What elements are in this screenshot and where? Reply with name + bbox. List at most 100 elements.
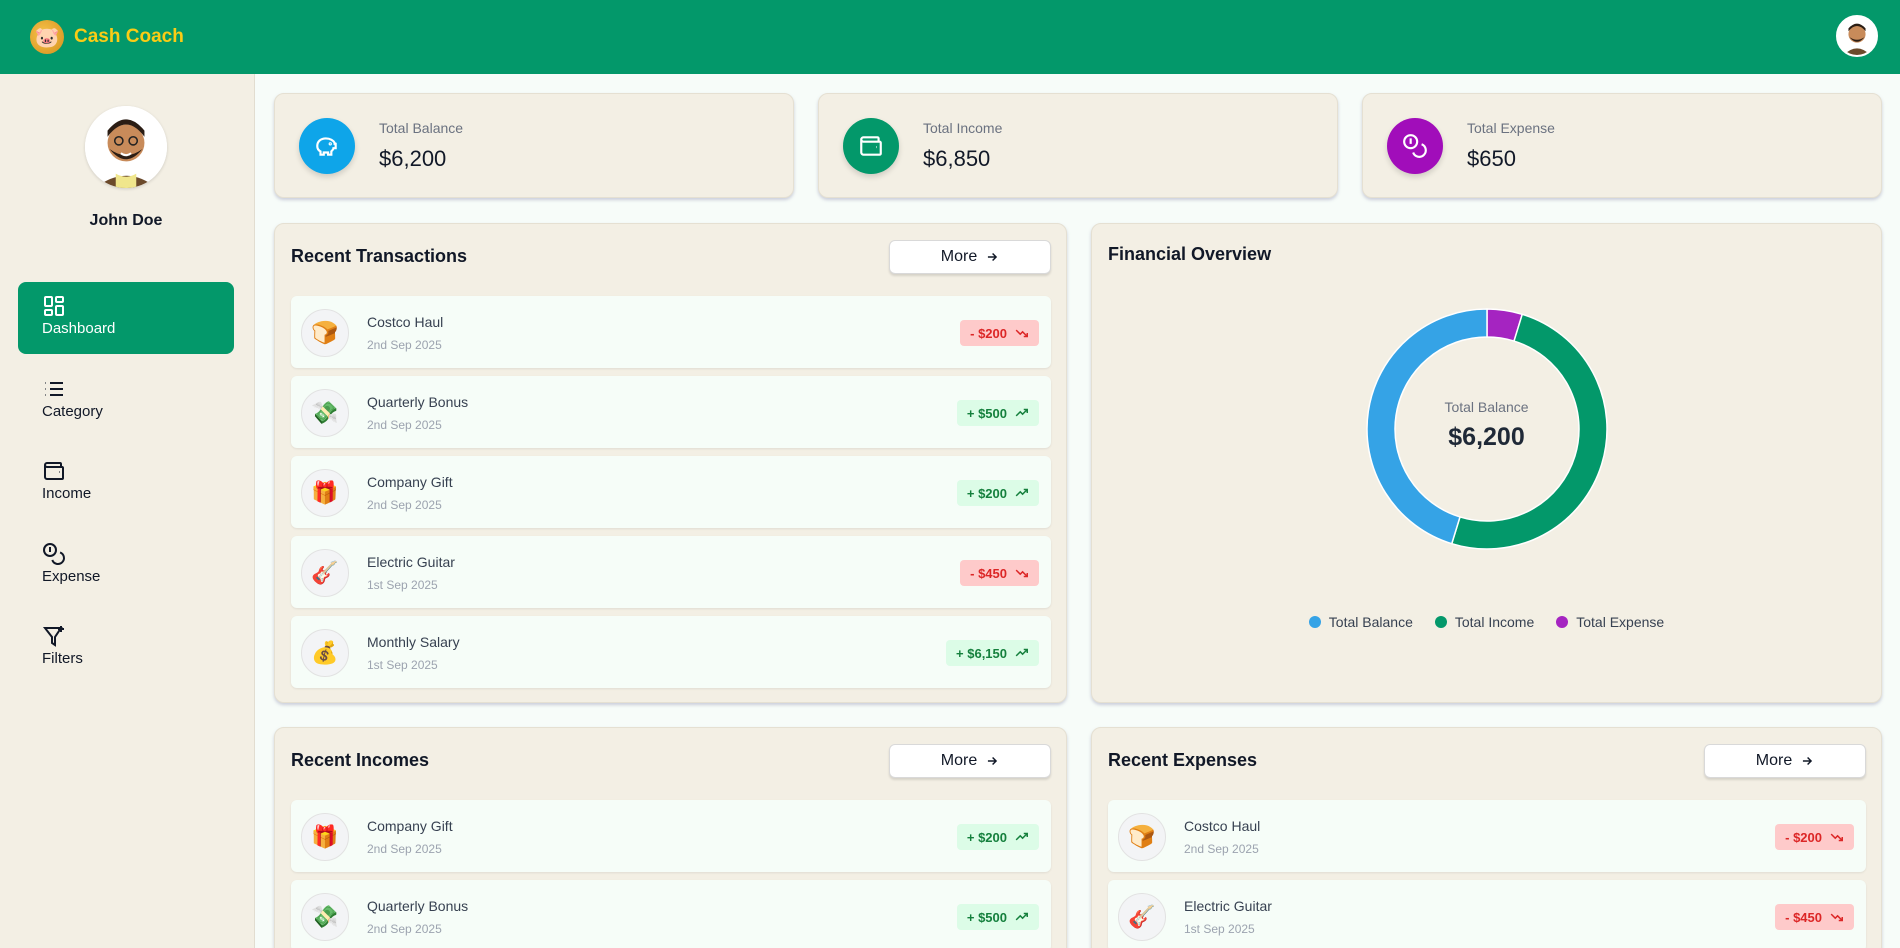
trending-up-icon bbox=[1015, 832, 1028, 841]
transaction-name: Monthly Salary bbox=[367, 634, 460, 650]
section-title: Recent Incomes bbox=[291, 750, 430, 770]
wallet-icon bbox=[843, 118, 899, 174]
trending-up-icon bbox=[1015, 408, 1028, 417]
transaction-name: Company Gift bbox=[367, 818, 453, 834]
more-button[interactable]: More bbox=[889, 240, 1051, 274]
filter-icon bbox=[42, 624, 66, 648]
transaction-row[interactable]: 🎸 Electric Guitar 1st Sep 2025 - $450 bbox=[291, 536, 1051, 608]
arrow-right-icon bbox=[988, 252, 998, 262]
transaction-date: 1st Sep 2025 bbox=[367, 578, 438, 592]
legend-label: Total Income bbox=[1454, 614, 1535, 630]
donut-center-value: $6,200 bbox=[1448, 423, 1525, 451]
transaction-amount-badge: + $500 bbox=[956, 400, 1039, 426]
legend-item[interactable]: Total Income bbox=[1434, 614, 1535, 630]
sidebar-item-dashboard[interactable]: Dashboard bbox=[18, 282, 234, 354]
transaction-amount: - $450 bbox=[1785, 909, 1822, 925]
transaction-amount: + $6,150 bbox=[956, 645, 1007, 661]
transaction-emoji-icon: 🎁 bbox=[301, 813, 349, 861]
transaction-row[interactable]: 🍞 Costco Haul 2nd Sep 2025 - $200 bbox=[291, 296, 1051, 368]
sidebar-item-label: Expense bbox=[42, 568, 101, 585]
legend-item[interactable]: Total Expense bbox=[1556, 614, 1664, 630]
sidebar-item-income[interactable]: Income bbox=[18, 447, 234, 519]
sidebar-item-expense[interactable]: Expense bbox=[18, 530, 234, 602]
legend-item[interactable]: Total Balance bbox=[1308, 614, 1413, 630]
sidebar-item-label: Filters bbox=[42, 650, 83, 667]
stat-value: $6,200 bbox=[379, 146, 447, 171]
transaction-row[interactable]: 💰 Monthly Salary 1st Sep 2025 + $6,150 bbox=[291, 616, 1051, 688]
transaction-amount: + $500 bbox=[966, 405, 1007, 421]
more-button[interactable]: More bbox=[1704, 744, 1866, 778]
transaction-amount-badge: + $200 bbox=[956, 824, 1039, 850]
transaction-date: 2nd Sep 2025 bbox=[367, 922, 442, 936]
financial-overview-card: Financial Overview Total Balance $6,200 … bbox=[1091, 223, 1882, 703]
more-button-label: More bbox=[1755, 752, 1793, 769]
transaction-row[interactable]: 🎁 Company Gift 2nd Sep 2025 + $200 bbox=[291, 456, 1051, 528]
arrow-right-icon bbox=[988, 756, 998, 766]
piggy-bank-icon: 🐷 bbox=[30, 20, 64, 54]
legend-label: Total Balance bbox=[1328, 614, 1413, 630]
list-icon bbox=[42, 377, 66, 401]
transaction-amount: + $200 bbox=[966, 485, 1007, 501]
transaction-emoji-icon: 🎁 bbox=[301, 469, 349, 517]
profile-name: John Doe bbox=[89, 212, 163, 229]
sidebar-item-category[interactable]: Category bbox=[18, 365, 234, 437]
transaction-row[interactable]: 💸 Quarterly Bonus 2nd Sep 2025 + $500 bbox=[291, 880, 1051, 948]
transaction-date: 2nd Sep 2025 bbox=[367, 498, 442, 512]
arrow-right-icon bbox=[1803, 756, 1813, 766]
transaction-name: Quarterly Bonus bbox=[367, 394, 469, 410]
transaction-row[interactable]: 💸 Quarterly Bonus 2nd Sep 2025 + $500 bbox=[291, 376, 1051, 448]
trending-down-icon bbox=[1015, 329, 1028, 338]
transaction-name: Electric Guitar bbox=[367, 554, 455, 570]
sidebar-item-label: Income bbox=[42, 485, 92, 502]
trending-up-icon bbox=[1015, 488, 1028, 497]
transaction-date: 2nd Sep 2025 bbox=[367, 338, 442, 352]
transaction-amount-badge: - $200 bbox=[960, 320, 1039, 346]
transaction-amount: - $450 bbox=[970, 565, 1007, 581]
transaction-row[interactable]: 🍞 Costco Haul 2nd Sep 2025 - $200 bbox=[1108, 800, 1866, 872]
more-button[interactable]: More bbox=[889, 744, 1051, 778]
legend-label: Total Expense bbox=[1576, 614, 1665, 630]
coins-icon bbox=[42, 542, 66, 566]
profile-avatar bbox=[85, 106, 167, 188]
trending-down-icon bbox=[1015, 569, 1028, 578]
more-button-label: More bbox=[940, 248, 978, 265]
dashboard-icon bbox=[42, 294, 66, 318]
transaction-emoji-icon: 🎸 bbox=[1118, 893, 1166, 941]
section-title: Recent Transactions bbox=[291, 246, 468, 266]
transaction-row[interactable]: 🎸 Electric Guitar 1st Sep 2025 - $450 bbox=[1108, 880, 1866, 948]
stat-card-total-expense: Total Expense $650 bbox=[1362, 93, 1882, 198]
transaction-row[interactable]: 🎁 Company Gift 2nd Sep 2025 + $200 bbox=[291, 800, 1051, 872]
transaction-name: Electric Guitar bbox=[1184, 898, 1272, 914]
trending-up-icon bbox=[1015, 648, 1028, 657]
sidebar-item-label: Category bbox=[42, 403, 103, 420]
section-title: Financial Overview bbox=[1108, 244, 1272, 264]
recent-expenses-card: Recent Expenses More 🍞 Costco Haul 2nd Sep… bbox=[1091, 727, 1882, 948]
sidebar-item-filters[interactable]: Filters bbox=[18, 612, 234, 684]
user-avatar[interactable] bbox=[1836, 15, 1878, 57]
recent-incomes-card: Recent Incomes More 🎁 Company Gift 2nd Sep… bbox=[274, 727, 1067, 948]
transaction-emoji-icon: 💰 bbox=[301, 629, 349, 677]
trending-down-icon bbox=[1830, 913, 1843, 922]
top-bar: 🐷 Cash Coach bbox=[0, 0, 1900, 74]
more-button-label: More bbox=[940, 752, 978, 769]
donut-center-label: Total Balance bbox=[1444, 399, 1529, 415]
chart-legend: Total Balance Total Income Total Expense bbox=[1092, 614, 1881, 630]
transaction-date: 1st Sep 2025 bbox=[367, 658, 438, 672]
stat-value: $650 bbox=[1467, 146, 1516, 171]
stat-card-total-income: Total Income $6,850 bbox=[818, 93, 1338, 198]
stat-card-total-balance: Total Balance $6,200 bbox=[274, 93, 794, 198]
sidebar: John Doe Dashboard Category Income Expen… bbox=[0, 74, 255, 948]
transaction-date: 1st Sep 2025 bbox=[1184, 922, 1255, 936]
transaction-amount-badge: + $200 bbox=[956, 480, 1039, 506]
transaction-amount: - $200 bbox=[1785, 829, 1822, 845]
stat-label: Total Income bbox=[923, 120, 1003, 136]
sidebar-item-label: Dashboard bbox=[42, 320, 116, 337]
transaction-amount: - $200 bbox=[970, 325, 1007, 341]
transaction-emoji-icon: 💸 bbox=[301, 389, 349, 437]
transaction-amount-badge: + $500 bbox=[956, 904, 1039, 930]
piggy-bank-icon bbox=[299, 118, 355, 174]
trending-down-icon bbox=[1830, 833, 1843, 842]
transaction-name: Costco Haul bbox=[1184, 818, 1261, 834]
stat-label: Total Expense bbox=[1467, 120, 1555, 136]
transaction-amount-badge: - $450 bbox=[1775, 904, 1854, 930]
